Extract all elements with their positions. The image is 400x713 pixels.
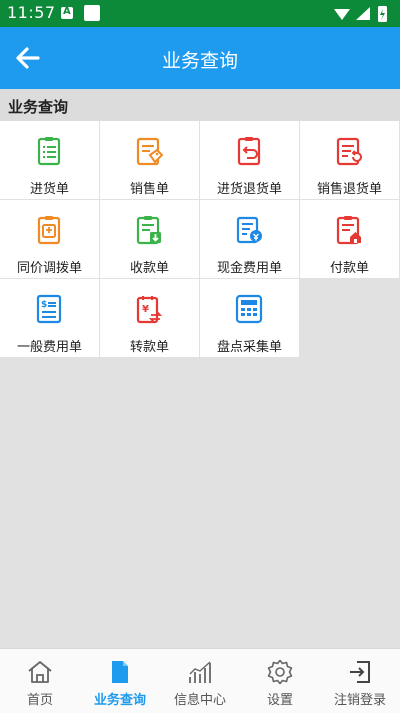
nav-settings[interactable]: 设置 [240,649,320,713]
nav-label: 注销登录 [333,693,386,708]
transfer-order-icon [37,216,61,245]
tile-label: 销售单 [129,182,169,197]
cash-expense-icon [236,216,262,244]
status-time: 11:57 [7,3,56,22]
status-indicators-icon [334,6,387,22]
tile-label: 盘点采集单 [216,340,282,355]
tile-label: 收款单 [129,261,169,276]
tile-label: 一般费用单 [16,340,82,355]
tile-cash-expense[interactable]: 现金费用单 [200,200,299,278]
tile-transfer-money[interactable]: ¥ 转款单 [100,279,199,357]
sales-return-icon [336,137,362,166]
tile-general-expense[interactable]: $ 一般费用单 [0,279,99,357]
page-title: 业务查询 [161,50,238,72]
nav-business-query[interactable]: 业务查询 [80,649,160,713]
general-expense-icon: $ [36,294,62,324]
transfer-money-icon: ¥ [136,296,163,324]
tile-transfer-order[interactable]: 同价调拨单 [0,200,99,278]
gear-icon [267,659,293,685]
tile-purchase-order[interactable]: 进货单 [0,121,99,199]
section-title: 业务查询 [8,98,69,116]
nav-home[interactable]: 首页 [0,649,80,713]
tile-purchase-return[interactable]: 进货退货单 [200,121,299,199]
app-bar: 业务查询 [0,27,400,89]
nav-label: 设置 [266,693,293,708]
tile-label: 同价调拨单 [16,261,82,276]
inventory-count-icon [235,294,263,324]
svg-text:¥: ¥ [142,304,149,315]
tile-label: 付款单 [329,261,369,276]
nav-label: 业务查询 [93,693,146,708]
tile-label: 转款单 [129,340,169,355]
chart-icon [189,661,211,683]
notification-square-icon [84,5,100,21]
tile-inventory-count[interactable]: 盘点采集单 [200,279,299,357]
sales-order-icon [136,137,164,166]
purchase-order-icon [37,137,61,166]
tile-label: 进货退货单 [216,182,282,197]
payment-icon [336,216,361,245]
home-icon [28,661,52,683]
notification-a-icon: A [61,6,73,19]
tile-receipt[interactable]: 收款单 [100,200,199,278]
nav-logout[interactable]: 注销登录 [320,649,400,713]
tile-payment[interactable]: 付款单 [300,200,399,278]
tile-label: 现金费用单 [216,261,282,276]
receipt-icon [136,216,161,245]
nav-info-center[interactable]: 信息中心 [160,649,240,713]
svg-text:$: $ [41,300,47,310]
nav-label: 信息中心 [173,693,226,708]
tile-sales-return[interactable]: 销售退货单 [300,121,399,199]
section-header: 业务查询 [0,89,400,121]
logout-icon [350,661,370,683]
tile-label: 进货单 [29,182,69,197]
purchase-return-icon [237,137,261,166]
tile-sales-order[interactable]: 销售单 [100,121,199,199]
tile-label: 销售退货单 [316,182,382,197]
bottom-nav: 首页 业务查询 信息中心 设置 注销登录 [0,648,400,713]
status-bar: 11:57 A [0,0,400,27]
nav-label: 首页 [26,693,53,708]
notification-a-letter: A [63,6,71,17]
document-icon [112,661,128,683]
